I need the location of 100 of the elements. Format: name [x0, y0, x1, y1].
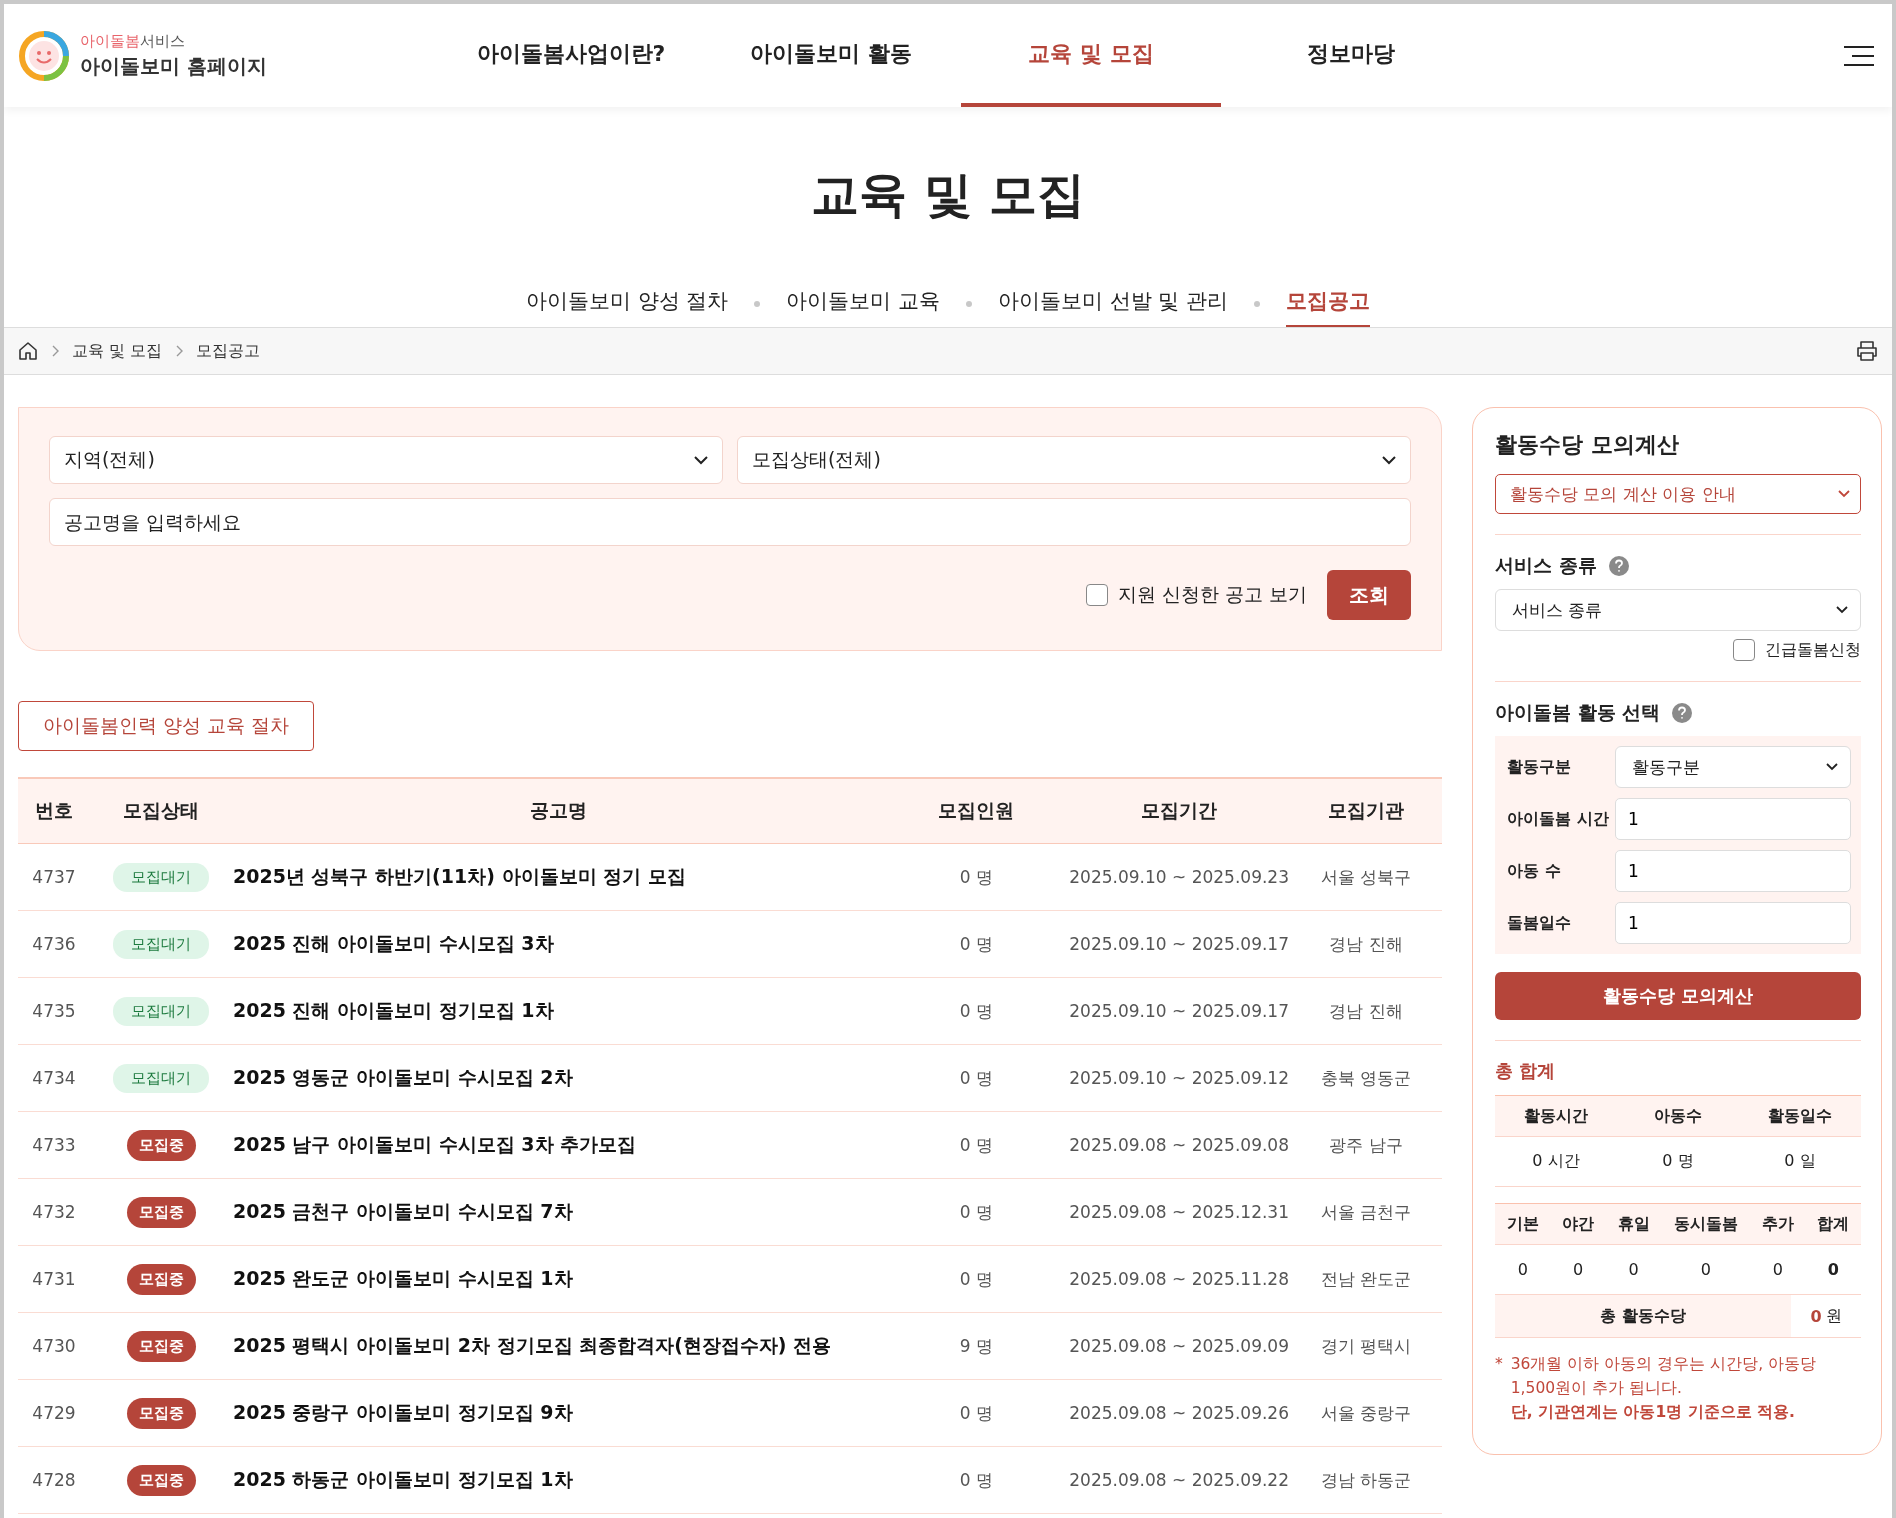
table-cell: 2025.09.08 ~ 2025.09.22: [1069, 1470, 1289, 1490]
input-field[interactable]: 1: [1615, 798, 1851, 840]
breadcrumb-link[interactable]: 모집공고: [196, 340, 261, 362]
table-cell: 경남 진해: [1329, 933, 1403, 954]
table-cell: 4732: [32, 1202, 76, 1222]
menu-icon[interactable]: [1844, 44, 1874, 67]
section-label: 서비스 종류: [1495, 553, 1597, 578]
notice-title-link[interactable]: 2025 영동군 아이돌보미 수시모집 2차: [233, 1066, 573, 1088]
table-cell: 서울 성북구: [1320, 866, 1412, 887]
currency-unit: 원: [1825, 1305, 1842, 1327]
nav-item[interactable]: 정보마당: [1221, 4, 1481, 107]
printer-icon[interactable]: [1856, 341, 1878, 361]
table-cell: 광주 남구: [1329, 1134, 1403, 1155]
notice-title-link[interactable]: 2025 진해 아이돌보미 수시모집 3차: [233, 932, 554, 954]
notice-title-link[interactable]: 2025 중랑구 아이돌보미 정기모집 9차: [233, 1401, 573, 1423]
notice-title-link[interactable]: 2025 하동군 아이돌보미 정기모집 1차: [233, 1468, 573, 1490]
table-cell: 경남 하동군: [1320, 1469, 1412, 1490]
field-label: 돌봄일수: [1507, 912, 1572, 934]
nav-item[interactable]: 교육 및 모집: [961, 4, 1221, 107]
table-cell: 2025.09.10 ~ 2025.09.12: [1069, 1068, 1289, 1088]
checkbox[interactable]: [1085, 584, 1108, 606]
table-cell: 2025.09.10 ~ 2025.09.17: [1069, 934, 1289, 954]
column-header: 모집기간: [1141, 799, 1218, 821]
table-cell: 2025.09.08 ~ 2025.11.28: [1069, 1269, 1289, 1289]
chevron-down-icon: [1826, 763, 1838, 771]
help-icon[interactable]: [1672, 703, 1693, 723]
table-cell: 2025.09.08 ~ 2025.09.26: [1069, 1403, 1289, 1423]
notice-title-link[interactable]: 2025년 성북구 하반기(11차) 아이돌보미 정기 모집: [233, 865, 686, 887]
sub-tab[interactable]: 아이돌보미 양성 절차: [525, 281, 729, 327]
note-asterisk: *: [1495, 1354, 1503, 1375]
table-cell: 0 명: [959, 1402, 993, 1423]
total-label: 총 활동수당: [1495, 1295, 1791, 1337]
table-cell: 2025.09.10 ~ 2025.09.23: [1069, 867, 1289, 887]
table-cell: 2025.09.08 ~ 2025.09.09: [1069, 1336, 1289, 1356]
calculate-button[interactable]: 활동수당 모의계산: [1495, 972, 1861, 1020]
field-label: 활동구분: [1507, 756, 1572, 778]
region-select[interactable]: 지역(전체): [49, 436, 723, 484]
table-cell: 9 명: [959, 1335, 993, 1356]
table-cell: 서울 중랑구: [1320, 1402, 1412, 1423]
table-cell: 4731: [32, 1269, 76, 1289]
checkbox-label[interactable]: 지원 신청한 공고 보기: [1117, 582, 1307, 608]
breadcrumb-link[interactable]: 교육 및 모집: [72, 340, 163, 362]
section-label: 아이돌봄 활동 선택: [1495, 700, 1661, 725]
calculator-title: 활동수당 모의계산: [1495, 431, 1680, 459]
table-cell: 4730: [32, 1336, 76, 1356]
chevron-down-icon: [1836, 606, 1848, 614]
table-cell: 4733: [32, 1135, 76, 1155]
nav-item[interactable]: 아이돌봄사업이란?: [441, 4, 701, 107]
sub-tab[interactable]: 아이돌보미 선발 및 관리: [998, 281, 1229, 327]
table-cell: 0 시간: [1532, 1151, 1580, 1172]
notice-title-link[interactable]: 2025 남구 아이돌보미 수시모집 3차 추가모집: [233, 1133, 637, 1155]
table-cell: 0 일: [1784, 1151, 1816, 1172]
input-field[interactable]: 1: [1615, 902, 1851, 944]
table-cell: 충북 영동군: [1320, 1067, 1412, 1088]
checkbox[interactable]: [1733, 639, 1755, 661]
table-cell: 4737: [32, 867, 76, 887]
status-badge: 모집중: [126, 1263, 196, 1295]
table-cell: 0: [1700, 1260, 1711, 1279]
table-cell: 0 명: [1662, 1151, 1694, 1172]
notice-title-link[interactable]: 2025 완도군 아이돌보미 수시모집 1차: [233, 1267, 573, 1289]
help-icon[interactable]: [1608, 556, 1629, 576]
table-cell: 2025.09.08 ~ 2025.09.08: [1069, 1135, 1289, 1155]
activity-type-select[interactable]: 활동구분: [1615, 746, 1851, 788]
notice-title-link[interactable]: 2025 진해 아이돌보미 정기모집 1차: [233, 999, 554, 1021]
search-button[interactable]: 조회: [1327, 570, 1411, 620]
column-header: 공고명: [529, 799, 587, 821]
table-cell: 0 명: [959, 933, 993, 954]
column-header: 아동수: [1654, 1105, 1702, 1127]
status-badge: 모집중: [126, 1129, 196, 1161]
notice-title-link[interactable]: 2025 평택시 아이돌보미 2차 정기모집 최종합격자(현장접수자) 전용: [233, 1334, 832, 1356]
table-cell: 0 명: [959, 1067, 993, 1088]
table-cell: 0: [1628, 1260, 1639, 1279]
table-cell: 4736: [32, 934, 76, 954]
field-label: 아동 수: [1507, 860, 1562, 882]
table-cell: 경기 평택시: [1320, 1335, 1412, 1356]
sub-tab[interactable]: 아이돌보미 교육: [786, 281, 940, 327]
nav-item[interactable]: 아이돌보미 활동: [701, 4, 961, 107]
guide-select[interactable]: 활동수당 모의 계산 이용 안내: [1495, 474, 1861, 514]
table-cell: 0: [1573, 1260, 1584, 1279]
smiley-logo-icon: [18, 29, 70, 82]
column-header: 모집기관: [1328, 799, 1404, 821]
column-header: 야간: [1562, 1213, 1595, 1235]
service-type-select[interactable]: 서비스 종류: [1495, 589, 1861, 631]
table-cell: 2025.09.10 ~ 2025.09.17: [1069, 1001, 1289, 1021]
status-select[interactable]: 모집상태(전체): [737, 436, 1411, 484]
table-cell: 0 명: [959, 1000, 993, 1021]
table-cell: 전남 완도군: [1320, 1268, 1412, 1289]
checkbox-label[interactable]: 긴급돌봄신청: [1765, 639, 1861, 661]
search-field[interactable]: 공고명을 입력하세요: [49, 498, 1411, 546]
input-field[interactable]: 1: [1615, 850, 1851, 892]
status-badge: 모집중: [126, 1464, 196, 1496]
status-badge: 모집중: [126, 1330, 196, 1362]
note-text: 36개월 이하 아동의 경우는 시간당, 아동당 1,500원이 추가 됩니다.: [1510, 1354, 1818, 1399]
table-cell: 2025.09.08 ~ 2025.12.31: [1069, 1202, 1289, 1222]
procedure-button[interactable]: 아이돌봄인력 양성 교육 절차: [18, 701, 315, 751]
table-cell: 4729: [32, 1403, 76, 1423]
site-title[interactable]: 아이돌보미 홈페이지: [80, 52, 267, 80]
notice-title-link[interactable]: 2025 금천구 아이돌보미 수시모집 7차: [233, 1200, 573, 1222]
status-badge: 모집대기: [113, 1063, 209, 1093]
home-icon[interactable]: [18, 341, 38, 361]
